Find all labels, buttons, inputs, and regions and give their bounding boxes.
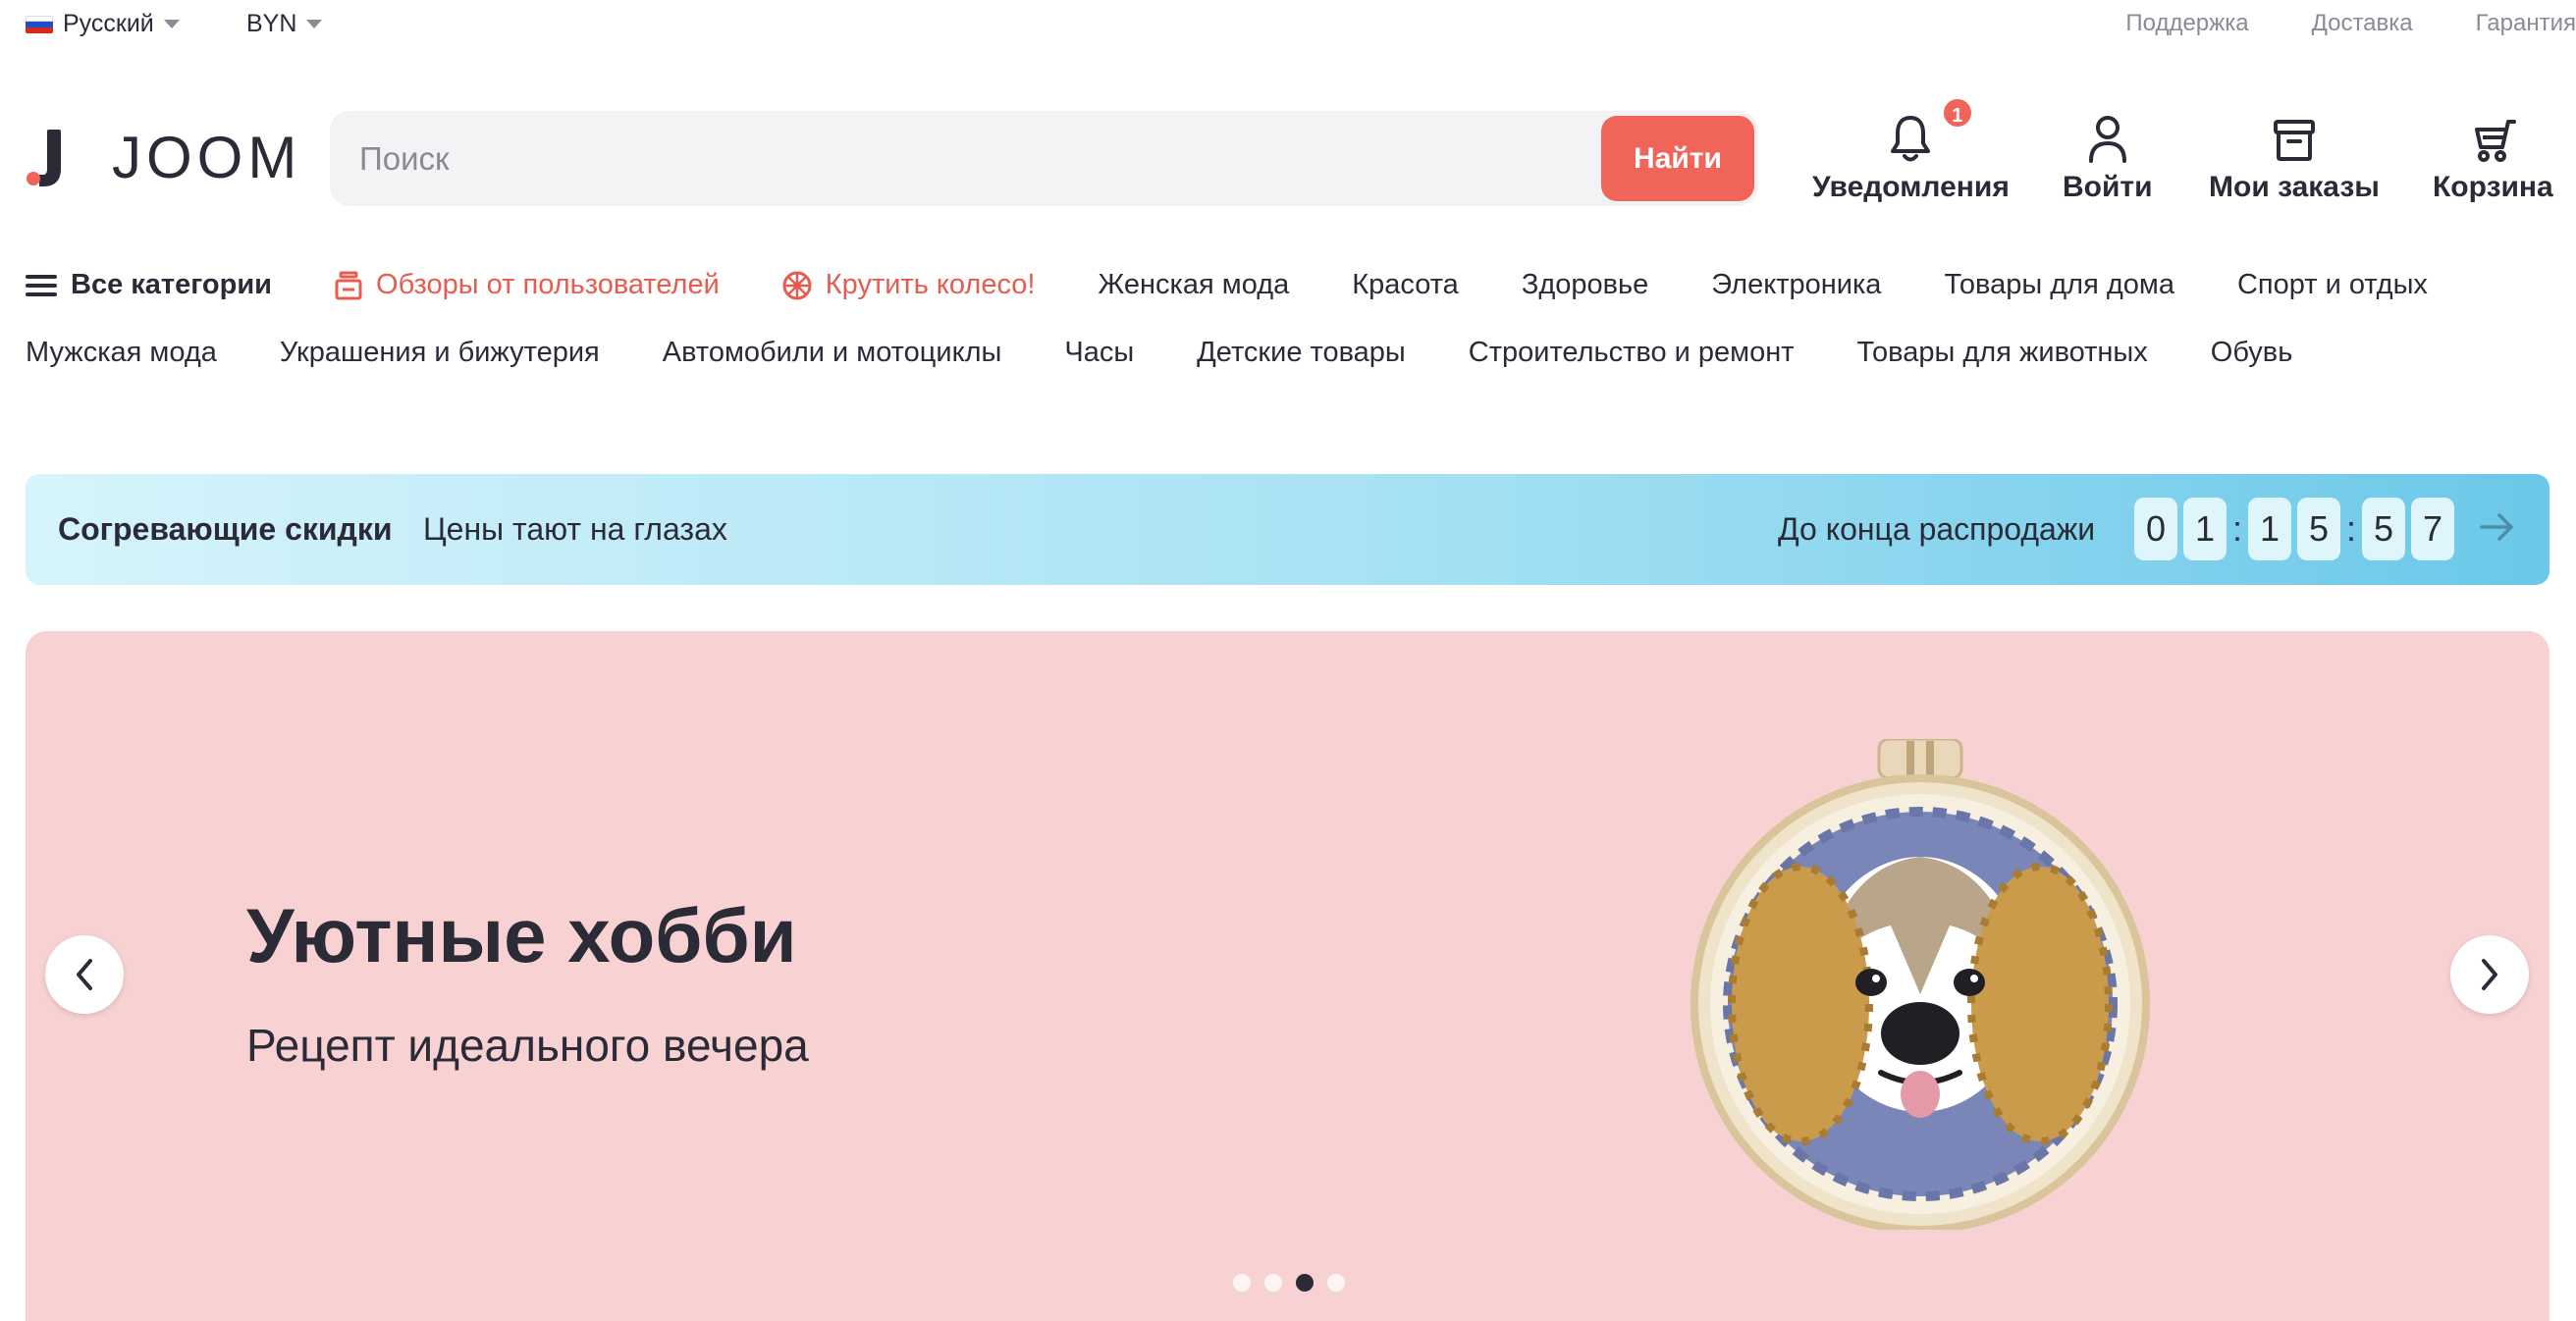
currency-label: BYN [246,10,297,37]
nav-item-watches[interactable]: Часы [1064,337,1134,369]
carousel-dot-active[interactable] [1296,1274,1314,1292]
joom-logo[interactable]: JOOM [26,124,301,191]
countdown-digit: 5 [2297,498,2341,560]
countdown-digit: 1 [2183,498,2227,560]
carousel-dots [1233,1274,1359,1292]
notifications-label: Уведомления [1812,171,2010,203]
embroidery-hoop-dog-image [1690,739,2150,1230]
all-categories-menu[interactable]: Все категории [26,269,272,301]
notifications-button[interactable]: 1 Уведомления [1812,96,2010,204]
nav-item-label: Обзоры от пользователей [376,269,720,300]
promo-title: Согревающие скидки [58,511,393,547]
delivery-link[interactable]: Доставка [2312,10,2413,37]
carousel-dot[interactable] [1233,1274,1251,1292]
carousel-dot[interactable] [1264,1274,1282,1292]
carousel-prev-button[interactable] [45,935,124,1014]
hero-carousel[interactable]: Уютные хобби Рецепт идеального вечера [26,631,2549,1321]
search-bar: Найти [330,111,1758,206]
countdown-digit: 7 [2411,498,2455,560]
nav-item-sports[interactable]: Спорт и отдых [2237,269,2428,301]
my-orders-label: Мои заказы [2209,171,2380,203]
arrow-right-icon[interactable] [2478,507,2517,547]
carousel-next-button[interactable] [2450,935,2529,1014]
cart-button[interactable]: Корзина [2433,108,2553,204]
nav-item-jewelry[interactable]: Украшения и бижутерия [280,337,600,369]
nav-item-user-reviews[interactable]: Обзоры от пользователей [335,269,720,301]
bell-icon [1891,116,1931,162]
nav-item-womens-fashion[interactable]: Женская мода [1098,269,1289,301]
joom-logo-icon [27,129,61,186]
language-label: Русский [63,10,154,37]
russia-flag-icon [26,15,53,33]
cart-icon [2475,120,2517,162]
fortune-wheel-icon [782,271,812,299]
notification-badge: 1 [1940,96,1974,130]
countdown-digit: 5 [2362,498,2406,560]
nav-item-health[interactable]: Здоровье [1522,269,1648,301]
currency-selector[interactable]: BYN [246,10,323,38]
top-bar: Русский BYN Поддержка Доставка Гарантия [0,0,2576,51]
language-selector[interactable]: Русский [26,10,180,38]
nav-item-spin-wheel[interactable]: Крутить колесо! [782,269,1036,301]
support-link[interactable]: Поддержка [2125,10,2248,37]
warranty-link[interactable]: Гарантия [2476,10,2576,37]
countdown-separator: : [2346,508,2357,549]
reviews-stack-icon [335,271,362,299]
search-input[interactable] [359,111,1586,206]
nav-item-electronics[interactable]: Электроника [1711,269,1881,301]
promo-subtitle: Цены тают на глазах [423,511,727,547]
chevron-left-icon [77,959,92,990]
countdown-digit: 0 [2134,498,2177,560]
search-button[interactable]: Найти [1601,116,1754,201]
carousel-dot[interactable] [1327,1274,1345,1292]
countdown-digit: 1 [2248,498,2292,560]
logo-text: JOOM [112,125,302,190]
hamburger-menu-icon [26,274,57,296]
top-links: Поддержка Доставка Гарантия [2063,10,2576,37]
cart-label: Корзина [2433,171,2553,203]
chevron-right-icon [2482,959,2497,990]
nav-item-shoes[interactable]: Обувь [2211,337,2293,369]
countdown-timer: 0 1 : 1 5 : 5 7 [2134,498,2460,560]
chevron-down-icon [163,20,180,28]
user-icon [2088,116,2126,163]
nav-item-home-goods[interactable]: Товары для дома [1944,269,2174,301]
category-nav-row-2: Мужская мода Украшения и бижутерия Автом… [26,337,2355,369]
orders-box-icon [2273,120,2315,161]
nav-item-pets[interactable]: Товары для животных [1857,337,2148,369]
login-button[interactable]: Войти [2063,108,2153,204]
nav-item-construction[interactable]: Строительство и ремонт [1469,337,1795,369]
hero-subtitle: Рецепт идеального вечера [246,1020,809,1071]
countdown-label: До конца распродажи [1778,511,2096,547]
all-categories-label: Все категории [71,269,273,300]
chevron-down-icon [306,20,323,28]
hero-title: Уютные хобби [246,892,797,978]
login-label: Войти [2063,171,2153,203]
sale-promo-banner[interactable]: Согревающие скидки Цены тают на глазах Д… [26,474,2549,585]
nav-item-auto-moto[interactable]: Автомобили и мотоциклы [663,337,1002,369]
my-orders-button[interactable]: Мои заказы [2209,108,2380,204]
category-nav-row-1: Все категории Обзоры от пользователей Кр… [26,269,2491,301]
countdown-separator: : [2232,508,2243,549]
nav-item-label: Крутить колесо! [825,269,1036,300]
nav-item-beauty[interactable]: Красота [1352,269,1459,301]
nav-item-kids[interactable]: Детские товары [1197,337,1406,369]
nav-item-mens-fashion[interactable]: Мужская мода [26,337,217,369]
